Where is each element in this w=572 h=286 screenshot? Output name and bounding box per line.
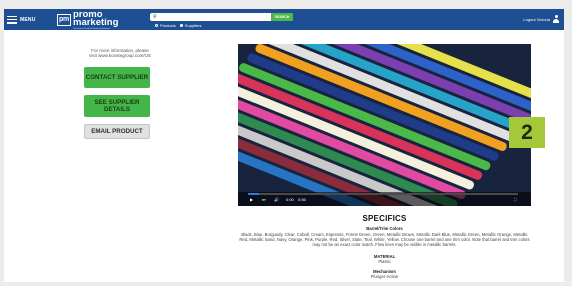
radio-suppliers-label: Suppliers [184,23,202,28]
supplier-info-text: For more information, please visit www.k… [80,48,160,59]
video-time-current: 0:00 [286,197,294,202]
specifics-heading: SPECIFICS [362,214,407,223]
barrel-trim-colors-label: Barrel/Trim Colors [366,226,403,231]
search-icon: ⚲ [153,14,157,20]
play-icon[interactable]: ▶ [250,197,253,202]
search-input[interactable] [159,13,269,21]
email-product-button[interactable]: EMAIL PRODUCT [84,124,150,139]
pens-video-frame [238,44,531,206]
search-button[interactable]: SEARCH [271,13,293,21]
search-scope-radios: Products Suppliers [155,23,201,28]
see-supplier-details-button[interactable]: SEE SUPPLIER DETAILS [84,95,150,117]
step-number-badge: 2 [509,117,545,148]
mechanism-value: Plunger-Action [370,274,399,279]
user-account[interactable]: Logout Victoria [523,15,559,23]
promo-marketing-logo[interactable]: pm promo marketing Promotional Products … [57,9,119,30]
radio-products[interactable] [155,24,158,27]
menu-label: MENU [20,16,36,23]
app-frame: MENU pm promo marketing Promotional Prod… [0,0,572,286]
video-time-total: 0:56 [298,197,306,202]
video-controls: ▶ ⏭ 🔊 0:00 0:56 ⛶ [238,192,531,206]
info-line-2: visit www.koostegroup.com/US [89,53,151,59]
user-icon [553,15,559,23]
material-value: Plastic [378,259,391,264]
video-progress-fill [248,193,259,195]
product-video[interactable]: ▶ ⏭ 🔊 0:00 0:56 ⛶ [238,44,531,206]
logo-marketing-text: marketing [73,17,119,28]
logout-link[interactable]: Logout Victoria [523,17,550,22]
barrel-trim-colors-text: Black, Blue, Burgundy, Clear, Cobalt, Cr… [239,232,530,248]
contact-supplier-button[interactable]: CONTACT SUPPLIER [84,67,150,88]
volume-icon[interactable]: 🔊 [274,197,279,202]
radio-suppliers[interactable] [179,24,183,27]
hamburger-icon [7,15,17,24]
menu-button[interactable]: MENU [7,13,36,26]
radio-products-label: Products [160,23,176,28]
top-nav-bar: MENU pm promo marketing Promotional Prod… [4,9,564,30]
search-bar: ⚲ SEARCH [150,13,293,21]
fullscreen-icon[interactable]: ⛶ [514,197,517,202]
product-content: For more information, please visit www.k… [4,30,564,282]
video-progress-track[interactable] [248,193,518,195]
logo-mark: pm [57,13,71,26]
skip-icon[interactable]: ⏭ [262,197,266,202]
logo-wordmark: promo marketing Promotional Products Mar… [73,9,119,29]
